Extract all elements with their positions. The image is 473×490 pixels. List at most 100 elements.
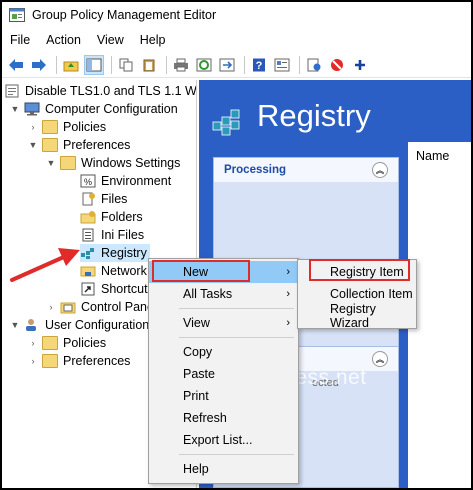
context-menu-help[interactable]: Help [149,458,298,480]
print-icon[interactable] [171,55,191,75]
policy-icon [4,84,20,98]
forward-icon[interactable] [29,55,49,75]
submenu-arrow-icon: › [286,288,290,300]
folder-icon [60,156,76,170]
tree-item-policies[interactable]: › Policies [28,118,106,136]
tree-item-computer-configuration[interactable]: ▼ Computer Configuration [10,100,178,118]
title-bar: Group Policy Management Editor [2,2,471,28]
context-menu: New › All Tasks › View › Copy Paste Prin… [148,258,299,484]
tree-item-ini-files[interactable]: Ini Files [80,226,144,244]
paste-icon[interactable] [139,55,159,75]
context-menu-paste[interactable]: Paste [149,363,298,385]
folder-icon [42,120,58,134]
expand-arrow-icon[interactable]: › [28,122,38,132]
expand-arrow-icon[interactable]: ▼ [10,104,20,114]
control-panel-icon [60,300,76,314]
highlight-box-new [152,260,250,282]
svg-text:%: % [84,177,92,187]
files-icon [80,192,96,206]
menu-action[interactable]: Action [38,33,89,47]
computer-icon [24,102,40,116]
context-menu-print[interactable]: Print [149,385,298,407]
expand-arrow-icon[interactable]: ▼ [10,320,20,330]
folder-icon [42,354,58,368]
ini-files-icon [80,228,96,242]
tree-item-label: Preferences [63,138,131,152]
tree-item-windows-settings[interactable]: ▼ Windows Settings [46,154,180,172]
expand-arrow-icon[interactable]: › [28,338,38,348]
tree-item-user-policies[interactable]: › Policies [28,334,106,352]
tree-item-label: Folders [101,210,143,224]
submenu-arrow-icon: › [286,317,290,329]
tree-item-label: User Configuration [45,318,150,332]
toolbar-separator [299,55,300,74]
tree-item-files[interactable]: Files [80,190,127,208]
context-menu-all-tasks[interactable]: All Tasks › [149,283,298,305]
tree-item-folders[interactable]: Folders [80,208,143,226]
tree-item-label: Disable TLS1.0 and TLS 1.1 Windows [25,84,197,98]
expand-arrow-icon[interactable]: › [28,356,38,366]
annotation-arrow-icon [10,248,80,282]
context-menu-copy[interactable]: Copy [149,341,298,363]
tree-item-user-preferences[interactable]: › Preferences [28,352,130,370]
menu-view[interactable]: View [89,33,132,47]
help-icon[interactable]: ? [249,55,269,75]
menu-separator [179,337,294,338]
show-hide-tree-icon[interactable] [84,54,104,75]
context-menu-export-list[interactable]: Export List... [149,429,298,451]
app-window: Group Policy Management Editor File Acti… [2,2,471,488]
submenu-arrow-icon: › [286,266,290,278]
toolbar-separator [244,55,245,74]
tree-item-label: Ini Files [101,228,145,242]
tree-item-gpo-root[interactable]: Disable TLS1.0 and TLS 1.1 Windows [4,82,197,100]
menu-separator [179,454,294,455]
export-list-icon[interactable] [217,55,237,75]
environment-icon: % [80,174,96,188]
user-icon [24,318,40,332]
toolbar-separator [56,55,57,74]
pane-title: Registry [257,98,371,133]
expand-arrow-icon[interactable]: › [46,302,56,312]
expand-arrow-icon[interactable]: ▼ [46,158,56,168]
tree-item-environment[interactable]: % Environment [80,172,171,190]
folder-icon [42,336,58,350]
processing-panel-header[interactable]: Processing ︽ [214,158,398,182]
tree-item-label: Preferences [63,354,131,368]
items-list[interactable]: Name [408,142,471,488]
collapse-chevron-icon[interactable]: ︽ [372,351,388,367]
name-column-header[interactable]: Name [408,142,471,163]
add-icon[interactable] [350,55,370,75]
up-folder-icon[interactable] [61,55,81,75]
gpo-editor-icon [9,8,25,22]
menu-help[interactable]: Help [132,33,174,47]
tree-item-label: Computer Configuration [45,102,178,116]
tree-item-user-configuration[interactable]: ▼ User Configuration [10,316,150,334]
stop-icon[interactable] [327,55,347,75]
tree-item-label: Policies [63,120,107,134]
collapse-chevron-icon[interactable]: ︽ [372,162,388,178]
copy-icon[interactable] [116,55,136,75]
tree-item-label: Registry [101,246,147,260]
submenu-registry-wizard[interactable]: Registry Wizard [298,302,416,330]
window-title: Group Policy Management Editor [32,8,217,22]
tree-item-shortcuts[interactable]: Shortcuts [80,280,154,298]
back-icon[interactable] [6,55,26,75]
refresh-icon[interactable] [194,55,214,75]
properties-icon[interactable] [272,55,292,75]
tree-item-label: Shortcuts [101,282,154,296]
tree-item-label: Environment [101,174,172,188]
new-item-icon[interactable] [304,55,324,75]
tree-item-label: Policies [63,336,107,350]
tree-item-preferences[interactable]: ▼ Preferences [28,136,130,154]
context-menu-refresh[interactable]: Refresh [149,407,298,429]
toolbar-separator [166,55,167,74]
tree-item-label: Files [101,192,128,206]
svg-text:?: ? [256,60,263,72]
context-menu-view[interactable]: View › [149,312,298,334]
highlight-box-registry-item [309,259,410,281]
menu-bar: File Action View Help [2,30,471,50]
expand-arrow-icon[interactable]: ▼ [28,140,38,150]
folder-icon [42,138,58,152]
menu-file[interactable]: File [2,33,38,47]
tree-item-registry[interactable]: Registry [80,244,150,262]
